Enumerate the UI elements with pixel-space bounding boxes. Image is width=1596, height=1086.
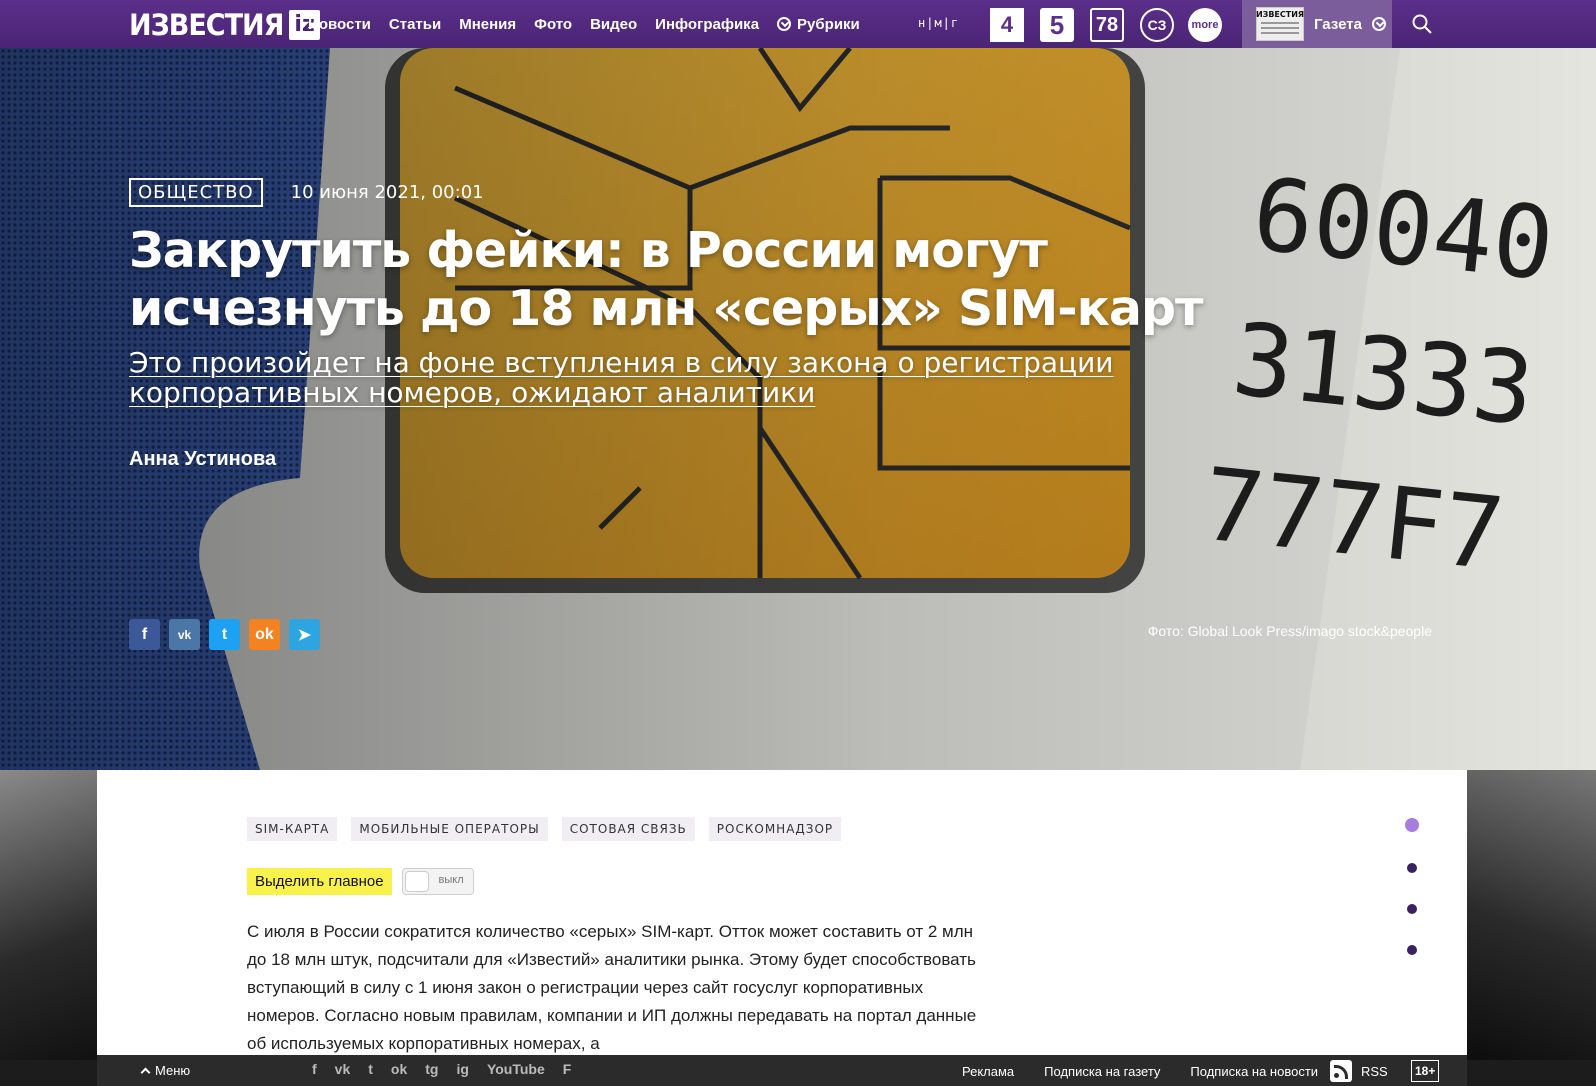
youtube-icon[interactable]: YouTube <box>487 1061 545 1077</box>
izvestia-logo[interactable]: ИЗВЕСТИЯ iz <box>129 7 320 43</box>
nmg-logo[interactable]: н|м|г <box>918 16 959 30</box>
top-navigation-bar: ИЗВЕСТИЯ iz Новости Статьи Мнения Фото В… <box>0 0 1596 48</box>
odnoklassniki-icon[interactable]: ok <box>391 1061 407 1077</box>
photo-credit: Фото: Global Look Press/imago stock&peop… <box>1147 623 1432 639</box>
vk-icon[interactable]: vk <box>335 1061 351 1077</box>
nav-item-opinions[interactable]: Мнения <box>459 16 516 33</box>
facebook-icon[interactable]: f <box>312 1061 317 1077</box>
flipboard-icon[interactable]: F <box>563 1061 572 1077</box>
rubric-badge[interactable]: ОБЩЕСТВО <box>129 178 263 207</box>
tag-sim-card[interactable]: SIM-КАРТА <box>247 817 338 841</box>
author-name[interactable]: Анна Устинова <box>129 448 276 471</box>
share-buttons: f vk t ok ➤ <box>129 619 320 650</box>
rss-label: RSS <box>1361 1063 1388 1079</box>
age-rating-badge: 18+ <box>1411 1060 1440 1082</box>
main-nav: Новости Статьи Мнения Фото Видео Инфогра… <box>308 0 860 48</box>
search-icon[interactable] <box>1412 14 1432 34</box>
newspaper-subscription-link[interactable]: Подписка на газету <box>1044 1064 1160 1079</box>
toggle-state: выкл <box>438 874 464 886</box>
nav-item-articles[interactable]: Статьи <box>389 16 441 33</box>
twitter-icon[interactable]: t <box>368 1061 373 1077</box>
zvezda-channel-logo[interactable]: СЗ <box>1140 8 1174 42</box>
logo-text: ИЗВЕСТИЯ <box>129 7 284 43</box>
menu-button[interactable]: Меню <box>140 1063 191 1078</box>
nav-item-photo[interactable]: Фото <box>534 16 572 33</box>
newspaper-label: Газета <box>1314 15 1362 33</box>
section-dot[interactable] <box>1407 945 1417 955</box>
nav-item-news[interactable]: Новости <box>308 16 371 33</box>
rss-link[interactable]: RSS <box>1330 1060 1388 1082</box>
section-navigation-dots <box>1405 818 1419 955</box>
telegram-icon[interactable]: ➤ <box>289 619 320 650</box>
vk-icon[interactable]: vk <box>169 619 200 650</box>
section-dot-active[interactable] <box>1405 818 1419 832</box>
tag-list: SIM-КАРТА МОБИЛЬНЫЕ ОПЕРАТОРЫ СОТОВАЯ СВ… <box>247 817 842 841</box>
publish-date: 10 июня 2021, 00:01 <box>290 182 484 203</box>
nav-item-video[interactable]: Видео <box>590 16 637 33</box>
newspaper-thumbnail: ИЗВЕСТИЯ <box>1256 7 1304 41</box>
article-lede: Это произойдет на фоне вступления в силу… <box>129 346 1114 409</box>
bottom-bar: Меню f vk t ok tg ig YouTube F Реклама П… <box>97 1055 1467 1086</box>
telegram-icon[interactable]: tg <box>425 1061 438 1077</box>
chevron-down-icon <box>777 17 792 31</box>
article-body: SIM-КАРТА МОБИЛЬНЫЕ ОПЕРАТОРЫ СОТОВАЯ СВ… <box>97 770 1467 1060</box>
nav-item-infographics[interactable]: Инфографика <box>655 16 759 33</box>
chevron-up-icon <box>140 1067 151 1078</box>
article-headline: Закрутить фейки: в России могут исчезнут… <box>129 222 1203 337</box>
section-dot[interactable] <box>1407 863 1417 873</box>
instagram-icon[interactable]: ig <box>456 1061 468 1077</box>
background-photo-right <box>1467 770 1596 1060</box>
channel-5-logo[interactable]: 4 <box>990 8 1024 42</box>
highlight-main-control: Выделить главное выкл <box>247 868 474 895</box>
rubrics-dropdown[interactable]: Рубрики <box>777 16 860 33</box>
toggle-knob <box>404 871 429 892</box>
more-tv-logo[interactable]: more <box>1188 8 1222 42</box>
menu-label: Меню <box>155 1063 191 1078</box>
facebook-icon[interactable]: f <box>129 619 160 650</box>
tag-roskomnadzor[interactable]: РОСКОМНАДЗОР <box>708 817 842 841</box>
newspaper-button[interactable]: ИЗВЕСТИЯ Газета <box>1242 0 1392 48</box>
advertising-link[interactable]: Реклама <box>962 1064 1014 1079</box>
article-hero: 60040 31333 777F7 ОБЩЕСТВО 10 июня 2021,… <box>0 48 1596 770</box>
tag-mobile-operators[interactable]: МОБИЛЬНЫЕ ОПЕРАТОРЫ <box>351 817 548 841</box>
channel-5-tv-logo[interactable]: 5 <box>1040 8 1074 42</box>
rubrics-label: Рубрики <box>797 15 860 33</box>
odnoklassniki-icon[interactable]: ok <box>249 619 280 650</box>
footer-links: Реклама Подписка на газету Подписка на н… <box>962 1064 1318 1079</box>
background-photo-left <box>0 770 97 1060</box>
article-meta: ОБЩЕСТВО 10 июня 2021, 00:01 <box>129 178 484 207</box>
footer-social-links: f vk t ok tg ig YouTube F <box>312 1061 571 1077</box>
highlight-main-label: Выделить главное <box>247 868 392 895</box>
channel-78-logo[interactable]: 78 <box>1090 8 1124 42</box>
chevron-down-icon <box>1371 17 1386 31</box>
highlight-toggle[interactable]: выкл <box>401 868 474 895</box>
article-paragraph: С июля в России сократится количество «с… <box>247 922 977 1053</box>
rss-icon <box>1330 1060 1352 1082</box>
section-dot[interactable] <box>1407 904 1417 914</box>
twitter-icon[interactable]: t <box>209 619 240 650</box>
news-subscription-link[interactable]: Подписка на новости <box>1190 1064 1318 1079</box>
tag-cellular[interactable]: СОТОВАЯ СВЯЗЬ <box>561 817 695 841</box>
